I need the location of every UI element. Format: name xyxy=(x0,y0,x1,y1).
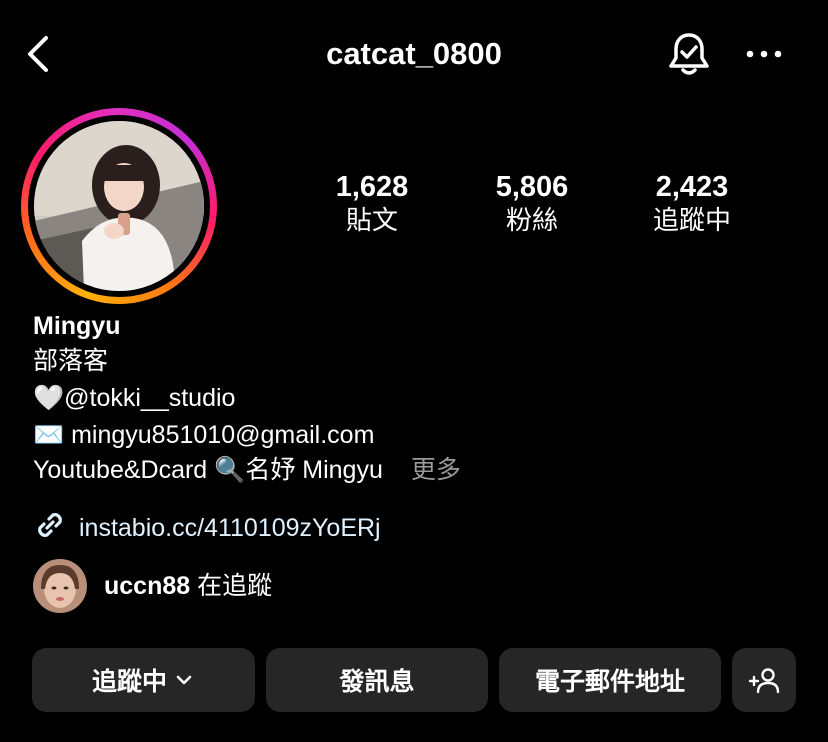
bio-youtube-line: Youtube&Dcard 🔍名妤 Mingyu 更多 xyxy=(33,453,461,487)
stat-followers-count: 5,806 xyxy=(495,171,569,203)
mutual-follower-suffix: 在追蹤 xyxy=(197,572,273,600)
link-icon xyxy=(38,513,62,537)
magnifier-icon: 🔍 xyxy=(214,456,246,484)
bell-check-icon xyxy=(669,33,709,75)
email-button[interactable]: 電子郵件地址 xyxy=(499,648,721,712)
message-button[interactable]: 發訊息 xyxy=(266,648,488,712)
bio-handle-line: 🤍@tokki__studio xyxy=(33,381,235,415)
notifications-button[interactable] xyxy=(666,30,712,78)
message-button-label: 發訊息 xyxy=(339,668,415,696)
email-button-label: 電子郵件地址 xyxy=(534,668,685,696)
stat-followers-label: 粉絲 xyxy=(505,205,558,235)
bio-handle-link[interactable]: @tokki__studio xyxy=(64,384,235,412)
bio-external-link[interactable]: instabio.cc/4110109zYoERj xyxy=(79,514,381,542)
mutual-follower-avatar[interactable] xyxy=(33,559,87,613)
stat-following-label: 追蹤中 xyxy=(652,205,731,235)
following-button[interactable]: 追蹤中 xyxy=(32,648,255,712)
white-heart-icon: 🤍 xyxy=(33,384,65,412)
envelope-icon: ✉️ xyxy=(33,421,65,449)
stat-followers[interactable]: 5,806 粉絲 xyxy=(462,170,602,236)
chevron-down-icon xyxy=(176,675,192,685)
bio-email: mingyu851010@gmail.com xyxy=(71,421,375,449)
mutual-follower-text[interactable]: uccn88 在追蹤 xyxy=(104,569,272,603)
mutual-follower-username[interactable]: uccn88 xyxy=(104,572,190,600)
mutual-avatar-image xyxy=(33,559,87,613)
following-button-label: 追蹤中 xyxy=(91,668,167,696)
stat-posts-label: 貼文 xyxy=(345,205,398,235)
profile-category: 部落客 xyxy=(33,347,109,375)
profile-display-name: Mingyu xyxy=(33,312,121,340)
bio-youtube-text: Youtube&Dcard xyxy=(33,456,208,484)
stat-posts-count: 1,628 xyxy=(335,171,409,203)
stat-following-count: 2,423 xyxy=(655,171,729,203)
bio-link-line[interactable]: instabio.cc/4110109zYoERj xyxy=(33,508,381,545)
avatar-image xyxy=(34,121,204,291)
add-person-icon xyxy=(748,668,780,694)
stat-posts[interactable]: 1,628 貼文 xyxy=(302,170,442,236)
suggest-people-button[interactable] xyxy=(732,648,796,712)
bio-email-line: ✉️ mingyu851010@gmail.com xyxy=(33,418,374,452)
bio-more-link[interactable]: 更多 xyxy=(411,456,461,484)
bio-search-name: 名妤 Mingyu xyxy=(245,456,383,484)
ellipsis-icon xyxy=(746,50,782,58)
profile-avatar[interactable] xyxy=(34,121,204,291)
stat-following[interactable]: 2,423 追蹤中 xyxy=(622,170,762,236)
more-options-button[interactable] xyxy=(742,36,786,72)
